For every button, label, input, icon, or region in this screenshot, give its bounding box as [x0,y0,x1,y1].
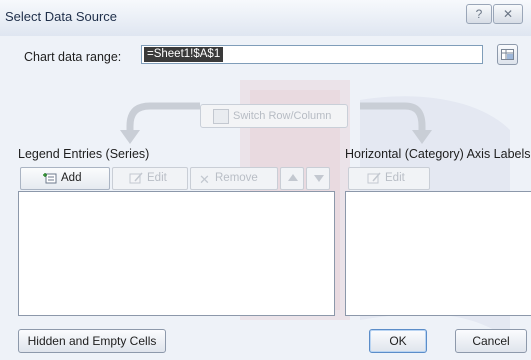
close-button[interactable]: ✕ [493,4,523,24]
cancel-label: Cancel [472,334,510,348]
edit-icon [129,172,143,184]
edit-axis-labels-button[interactable]: Edit [348,167,430,190]
chart-data-range-value: =Sheet1!$A$1 [144,47,224,62]
axis-labels-label: Horizontal (Category) Axis Labels [345,147,531,161]
cancel-button[interactable]: Cancel [455,329,527,353]
hidden-empty-cells-button[interactable]: Hidden and Empty Cells [18,329,166,353]
remove-icon: ✕ [199,172,210,187]
chart-data-range-label: Chart data range: [24,50,122,64]
title-bar: Select Data Source ? ✕ [0,0,531,36]
move-up-button[interactable] [280,167,304,190]
range-selector-icon [501,49,514,60]
switch-row-column-label: Switch Row/Column [233,110,332,122]
legend-entries-label: Legend Entries (Series) [18,147,150,161]
edit-axis-labels-label: Edit [385,172,405,184]
move-down-icon [314,175,324,182]
close-icon: ✕ [502,7,514,21]
help-button[interactable]: ? [466,4,492,24]
axis-labels-list[interactable] [345,191,531,316]
edit-icon [367,172,381,184]
switch-row-column-icon [213,109,229,124]
help-icon: ? [475,7,483,21]
add-series-button[interactable]: Add [20,167,110,190]
hidden-empty-cells-label: Hidden and Empty Cells [27,334,157,348]
ok-label: OK [389,334,407,348]
legend-entries-list[interactable] [18,191,335,316]
move-down-button[interactable] [306,167,330,190]
switch-row-column-button[interactable]: Switch Row/Column [200,104,348,128]
ok-button[interactable]: OK [369,329,427,353]
chart-data-range-input[interactable]: =Sheet1!$A$1 [141,45,483,64]
add-series-label: Add [61,172,82,184]
remove-series-button[interactable]: ✕ Remove [190,167,278,190]
move-up-icon [288,174,298,181]
add-icon [43,173,57,184]
select-data-source-dialog: Select Data Source ? ✕ Chart data range:… [0,0,531,360]
dialog-title: Select Data Source [5,9,118,24]
range-selector-button[interactable] [497,44,518,65]
edit-series-label: Edit [147,172,167,184]
edit-series-button[interactable]: Edit [112,167,188,190]
remove-series-label: Remove [215,172,258,184]
